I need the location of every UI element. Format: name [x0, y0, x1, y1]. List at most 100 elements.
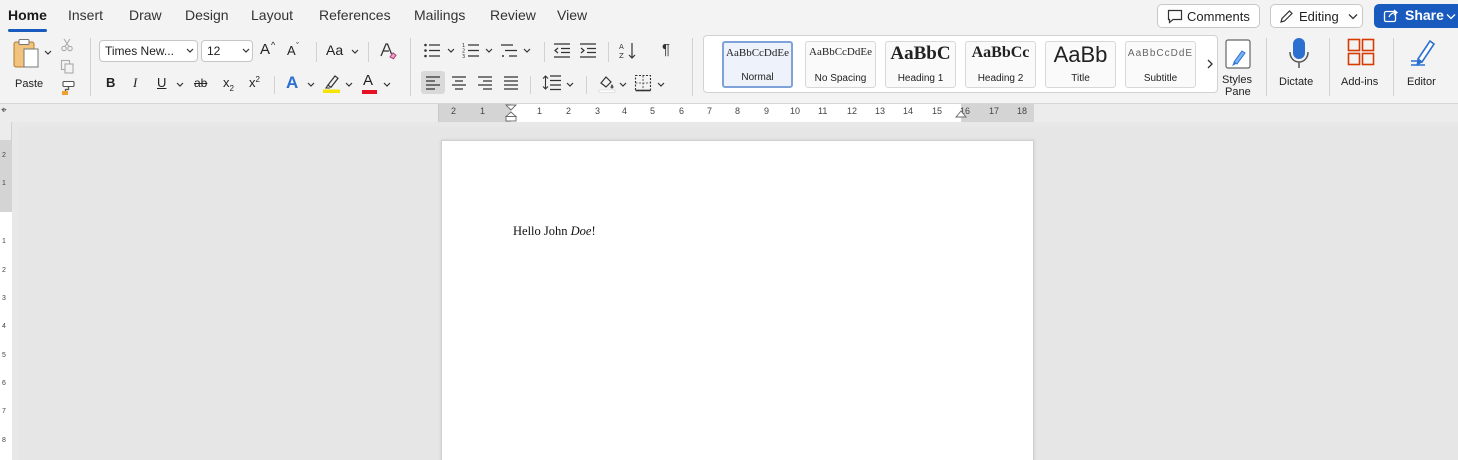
subscript-button[interactable]: x2 — [223, 75, 234, 93]
chevron-down-icon[interactable] — [657, 82, 665, 88]
ruler-number: 9 — [764, 106, 770, 116]
highlighter-icon[interactable] — [322, 73, 342, 93]
underline-button[interactable]: U — [157, 75, 166, 90]
add-ins-button[interactable]: Add-ins — [1338, 36, 1384, 94]
editing-mode-button[interactable]: Editing — [1270, 4, 1363, 28]
ruler-number: 2 — [2, 152, 6, 159]
align-right-icon[interactable] — [477, 75, 493, 90]
increase-indent-icon[interactable] — [579, 42, 597, 59]
style-heading-2[interactable]: AaBbCc Heading 2 — [965, 41, 1036, 88]
font-color-label: A — [363, 72, 374, 89]
grow-font-button[interactable]: A ^ — [260, 40, 280, 61]
chevron-down-icon[interactable] — [1446, 13, 1456, 20]
font-size-select[interactable]: 12 — [201, 40, 253, 62]
font-size-value: 12 — [207, 44, 221, 58]
document-page[interactable]: Hello John Doe! — [441, 140, 1034, 460]
caret-down-icon: ˇ — [296, 41, 299, 51]
tab-layout[interactable]: Layout — [251, 6, 293, 26]
style-subtitle[interactable]: AaBbCcDdE Subtitle — [1125, 41, 1196, 88]
divider — [530, 76, 531, 94]
font-family-select[interactable]: Times New... — [99, 40, 198, 62]
paste-button[interactable]: Paste — [8, 38, 54, 100]
multilevel-list-icon[interactable] — [500, 42, 518, 59]
share-button[interactable]: Share — [1374, 4, 1458, 28]
align-center-icon[interactable] — [451, 75, 467, 90]
divider — [608, 42, 609, 62]
chevron-down-icon[interactable] — [345, 82, 353, 88]
style-name: Heading 1 — [897, 73, 944, 84]
tab-mailings[interactable]: Mailings — [414, 6, 465, 26]
tab-draw[interactable]: Draw — [129, 6, 162, 26]
text-effects-button[interactable]: A — [286, 73, 298, 93]
vertical-ruler[interactable]: 2 1 1 2 3 4 5 6 7 8 — [0, 122, 12, 460]
tab-selector-icon[interactable]: ⌖ — [1, 105, 7, 116]
chevron-down-icon — [242, 48, 250, 53]
dictate-button[interactable]: Dictate — [1276, 36, 1322, 94]
divider — [544, 42, 545, 62]
style-no-spacing[interactable]: AaBbCcDdEe No Spacing — [805, 41, 876, 88]
bold-button[interactable]: B — [106, 75, 115, 90]
styles-pane-icon — [1225, 39, 1251, 69]
style-normal[interactable]: AaBbCcDdEe Normal — [722, 41, 793, 88]
chevron-down-icon[interactable] — [44, 50, 52, 56]
styles-pane-button[interactable]: Styles Pane — [1218, 36, 1260, 100]
bullets-icon[interactable] — [423, 42, 441, 59]
divider — [692, 38, 693, 96]
tab-insert[interactable]: Insert — [68, 6, 103, 26]
italic-button[interactable]: I — [133, 75, 137, 91]
chevron-down-icon[interactable] — [485, 48, 493, 54]
share-label: Share — [1405, 7, 1444, 23]
superscript-x: x — [249, 75, 256, 90]
chevron-down-icon[interactable] — [566, 82, 574, 88]
chevron-down-icon[interactable] — [383, 82, 391, 88]
cut-icon[interactable] — [60, 38, 74, 52]
justify-icon[interactable] — [503, 75, 519, 90]
tab-references[interactable]: References — [319, 6, 391, 26]
word-window: Home Insert Draw Design Layout Reference… — [0, 0, 1458, 460]
divider — [1329, 38, 1330, 96]
show-formatting-marks-icon[interactable]: ¶ — [662, 41, 670, 58]
sort-icon[interactable]: AZ — [618, 41, 638, 61]
shading-icon[interactable] — [597, 73, 617, 93]
comments-button[interactable]: Comments — [1157, 4, 1260, 28]
chevron-down-icon[interactable] — [176, 82, 184, 88]
chevron-down-icon[interactable] — [307, 82, 315, 88]
chevron-right-icon[interactable] — [1206, 58, 1214, 70]
shrink-font-label: A — [287, 43, 296, 58]
decrease-indent-icon[interactable] — [553, 42, 571, 59]
borders-icon[interactable] — [634, 74, 652, 92]
shrink-font-button[interactable]: Aˇ — [287, 41, 307, 63]
font-family-value: Times New... — [105, 44, 174, 58]
add-ins-icon — [1347, 38, 1375, 66]
document-paragraph[interactable]: Hello John Doe! — [513, 224, 596, 239]
right-indent-marker-icon[interactable] — [955, 110, 967, 122]
chevron-down-icon[interactable] — [447, 48, 455, 54]
clear-formatting-icon[interactable] — [378, 41, 398, 61]
line-spacing-icon[interactable] — [542, 74, 562, 91]
strikethrough-button[interactable]: ab — [194, 76, 207, 90]
format-painter-icon[interactable] — [60, 80, 76, 96]
horizontal-ruler[interactable]: ⌖ 2 1 1 2 3 4 5 6 7 8 9 10 11 12 13 14 1… — [0, 104, 1458, 122]
chevron-down-icon[interactable] — [523, 48, 531, 54]
ruler-number: 1 — [480, 106, 486, 116]
tab-view[interactable]: View — [557, 6, 587, 26]
subscript-x: x — [223, 75, 230, 90]
chevron-down-icon[interactable] — [619, 82, 627, 88]
chevron-down-icon — [351, 49, 359, 54]
share-icon — [1383, 9, 1399, 23]
editor-button[interactable]: Editor — [1402, 36, 1446, 94]
numbering-icon[interactable]: 123 — [462, 42, 480, 59]
align-left-button[interactable] — [421, 71, 445, 94]
style-heading-1[interactable]: AaBbC Heading 1 — [885, 41, 956, 88]
indent-marker-icon[interactable] — [504, 104, 518, 122]
tab-design[interactable]: Design — [185, 6, 229, 26]
tab-home[interactable]: Home — [8, 6, 47, 32]
copy-icon[interactable] — [60, 59, 75, 74]
superscript-button[interactable]: x2 — [249, 75, 260, 90]
tab-review[interactable]: Review — [490, 6, 536, 26]
font-color-button[interactable]: A — [362, 72, 378, 94]
style-title[interactable]: AaBb Title — [1045, 41, 1116, 88]
ruler-number: 7 — [707, 106, 713, 116]
change-case-button[interactable]: Aa — [326, 42, 360, 62]
ruler-left-margin — [439, 104, 511, 122]
